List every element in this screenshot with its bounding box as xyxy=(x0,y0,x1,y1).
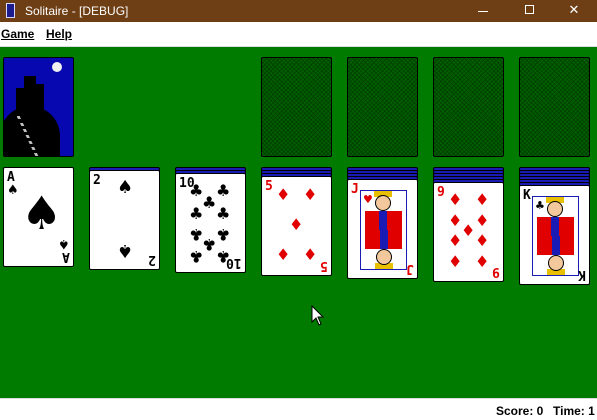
menu-help[interactable]: Help xyxy=(46,27,72,41)
card-rank: K xyxy=(578,267,586,282)
heart-icon: ♥ xyxy=(363,193,373,206)
card-rank: J xyxy=(351,182,359,197)
minimize-icon xyxy=(478,11,488,12)
minimize-button[interactable] xyxy=(461,0,507,22)
mouse-cursor-icon xyxy=(311,305,325,326)
castle-tower-icon xyxy=(16,88,24,112)
foundation-slot-4[interactable] xyxy=(519,57,590,157)
diamond-icon: ♦ xyxy=(448,252,463,271)
diamond-icon: ♦ xyxy=(461,221,476,240)
menu-game[interactable]: Game xyxy=(1,27,34,41)
status-bar: Score: 0 Time: 1 xyxy=(0,398,597,420)
tableau-card-10-clubs[interactable]: 10 ♣ ♣ ♣ ♣ ♣ ♣ ♣ ♣ ♣ ♣ 10 xyxy=(175,173,246,273)
diamond-icon: ♦ xyxy=(475,211,490,230)
club-icon: ♣ xyxy=(202,193,217,212)
portrait-robe-stripe xyxy=(552,236,560,255)
spade-icon: ♠ xyxy=(117,177,134,198)
time-display: Time: 1 xyxy=(553,404,595,418)
maximize-button[interactable] xyxy=(507,0,553,22)
tableau-card-jack-hearts[interactable]: J ♥ J xyxy=(347,179,418,279)
card-rank: 5 xyxy=(320,258,328,273)
portrait-robe-stripe xyxy=(380,230,388,249)
diamond-icon: ♦ xyxy=(448,190,463,209)
score-display: Score: 0 xyxy=(496,404,544,418)
portrait-robe-stripe xyxy=(379,211,387,230)
portrait-head xyxy=(548,255,564,271)
foundation-slot-3[interactable] xyxy=(433,57,504,157)
diamond-icon: ♦ xyxy=(475,252,490,271)
card-rank: 5 xyxy=(265,179,273,194)
spade-icon: ♠ xyxy=(117,240,134,261)
spade-icon: ♠ xyxy=(21,186,63,240)
card-rank: 2 xyxy=(93,173,101,188)
tableau-card-9-diamonds[interactable]: 9 ♦ ♦ ♦ ♦ ♦ ♦ ♦ ♦ ♦ 9 xyxy=(433,182,504,282)
portrait-head xyxy=(375,195,391,211)
close-icon: ✕ xyxy=(568,2,580,17)
portrait-head xyxy=(547,201,563,217)
card-rank: 2 xyxy=(148,252,156,267)
club-icon: ♣ xyxy=(189,204,204,223)
portrait-robe-stripe xyxy=(551,217,559,236)
club-icon: ♣ xyxy=(216,225,231,244)
tableau-card-king-clubs[interactable]: K ♣ K xyxy=(519,185,590,285)
title-bar: Solitaire - [DEBUG] ✕ xyxy=(0,0,597,22)
moon-icon xyxy=(52,62,62,72)
card-rank: J xyxy=(406,261,414,276)
card-rank: K xyxy=(523,188,531,203)
club-icon: ♣ xyxy=(535,199,545,212)
club-icon: ♣ xyxy=(216,204,231,223)
card-rank: A xyxy=(62,249,70,264)
castle-tower-icon xyxy=(36,84,44,112)
window-title: Solitaire - [DEBUG] xyxy=(25,4,129,18)
diamond-icon: ♦ xyxy=(289,215,304,234)
close-button[interactable]: ✕ xyxy=(551,0,597,22)
diamond-icon: ♦ xyxy=(303,245,318,264)
castle-tower-icon xyxy=(24,76,36,112)
menu-bar: Game Help xyxy=(0,22,597,47)
portrait-bottom-half xyxy=(533,236,578,275)
maximize-icon xyxy=(525,5,534,14)
diamond-icon: ♦ xyxy=(303,185,318,204)
club-icon: ♣ xyxy=(202,235,217,254)
card-rank: 10 xyxy=(226,255,242,270)
diamond-icon: ♦ xyxy=(475,190,490,209)
portrait-bottom-half xyxy=(361,230,406,269)
card-rank: 9 xyxy=(492,264,500,279)
portrait-head xyxy=(376,249,392,265)
card-rank: 9 xyxy=(437,185,445,200)
club-icon: ♣ xyxy=(216,181,231,200)
spade-icon: ♠ xyxy=(7,183,19,198)
stock-pile[interactable] xyxy=(3,57,74,157)
tableau-card-5-diamonds[interactable]: 5 ♦ ♦ ♦ ♦ ♦ 5 xyxy=(261,176,332,276)
club-icon: ♣ xyxy=(189,247,204,266)
diamond-icon: ♦ xyxy=(276,185,291,204)
diamond-icon: ♦ xyxy=(475,231,490,250)
diamond-icon: ♦ xyxy=(276,245,291,264)
foundation-slot-1[interactable] xyxy=(261,57,332,157)
diamond-icon: ♦ xyxy=(448,231,463,250)
solitaire-app-icon[interactable] xyxy=(6,3,15,18)
tableau-card-2-spades[interactable]: 2 ♠ ♠ 2 xyxy=(89,170,160,270)
foundation-slot-2[interactable] xyxy=(347,57,418,157)
tableau-card-ace-spades[interactable]: A ♠ ♠ ♠ A xyxy=(3,167,74,267)
